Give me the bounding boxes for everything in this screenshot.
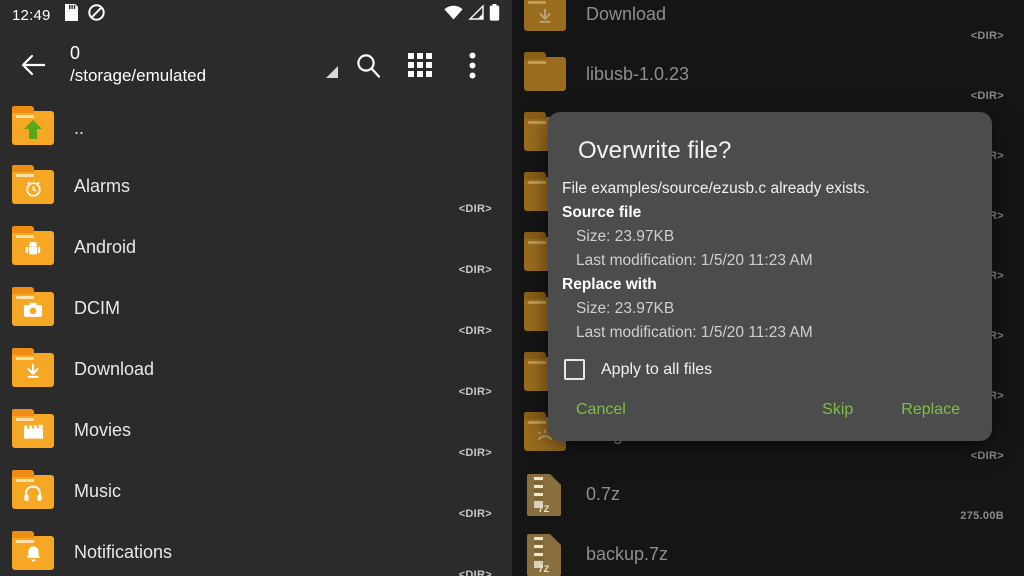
archive-7z-icon: 7Z [522,534,568,576]
battery-icon [489,4,500,26]
left-file-manager-panel: 12:49 0 /storage/emulated .. Alarms <DIR… [0,0,512,576]
file-row-name: Music [74,481,122,501]
dialog-body: File examples/source/ezusb.c already exi… [548,165,992,380]
file-row-meta: <DIR> [458,569,492,576]
file-row-meta: <DIR> [970,90,1004,102]
back-arrow-icon[interactable] [14,45,54,85]
skip-button[interactable]: Skip [812,393,863,427]
file-row-meta: <DIR> [458,508,492,520]
file-row[interactable]: Movies <DIR> [0,400,512,461]
file-row[interactable]: Android <DIR> [0,217,512,278]
file-row-meta: <DIR> [458,447,492,459]
folder-android-icon [10,225,56,268]
folder-icon [522,52,568,94]
file-row[interactable]: Alarms <DIR> [0,156,512,217]
file-row[interactable]: DCIM <DIR> [0,278,512,339]
file-row-name: backup.7z [586,543,669,564]
folder-alarms-icon [10,164,56,207]
source-file-modified: Last modification: 1/5/20 11:23 AM [576,252,813,269]
file-row-name: Notifications [74,542,173,562]
left-file-list[interactable]: .. Alarms <DIR> Android <DIR> DCIM <DIR> Downlo… [0,100,512,576]
source-file-heading: Source file [562,204,642,221]
file-row-name: Download [74,359,155,379]
folder-download-icon [522,0,568,34]
apply-to-all-checkbox[interactable] [564,359,585,380]
file-row-meta: 275.00B [960,510,1004,522]
overflow-menu-icon[interactable] [446,39,498,91]
folder-dcim-icon [10,286,56,329]
file-row-name: Android [74,237,137,257]
dialog-actions: Cancel Skip Replace [548,393,992,427]
file-row[interactable]: 7Z 0.7z 275.00B [512,464,1024,524]
file-row-name: DCIM [74,298,120,318]
grid-view-icon[interactable] [394,39,446,91]
status-right-icons [444,4,500,26]
do-not-disturb-icon [87,4,105,26]
file-row[interactable]: Download <DIR> [512,0,1024,44]
file-row-meta: <DIR> [970,450,1004,462]
dropdown-triangle-icon[interactable] [316,48,338,82]
status-left-icons [64,4,105,26]
status-clock: 12:49 [12,6,51,24]
file-row-meta: <DIR> [458,386,492,398]
apply-to-all-label: Apply to all files [601,360,713,378]
replace-with-heading: Replace with [562,276,657,293]
folder-download-icon [10,347,56,390]
folder-movies-icon [10,408,56,451]
apply-to-all-row[interactable]: Apply to all files [562,359,970,380]
file-row[interactable]: Music <DIR> [0,461,512,522]
file-row-meta: <DIR> [458,325,492,337]
path-subtitle: /storage/emulated [70,66,207,85]
search-icon[interactable] [342,39,394,91]
file-row-name: Alarms [74,176,131,196]
file-row-meta: <DIR> [970,30,1004,42]
folder-up-icon [10,106,56,148]
archive-7z-icon: 7Z [522,474,568,516]
source-file-size: Size: 23.97KB [576,228,675,245]
path-title: 0 [70,43,81,63]
folder-notifications-icon [10,530,56,573]
file-row[interactable]: Notifications <DIR> [0,522,512,576]
cell-signal-icon [468,4,484,25]
replace-file-size: Size: 23.97KB [576,300,675,317]
file-row[interactable]: Download <DIR> [0,339,512,400]
path-breadcrumb[interactable]: 0 /storage/emulated [70,43,316,87]
sd-card-icon [64,4,78,26]
file-row-name: .. [74,117,85,138]
wifi-icon [444,5,463,25]
right-file-manager-panel: Download<DIR>libusb-1.0.23<DIR><DIR><DIR… [512,0,1024,576]
file-row[interactable]: libusb-1.0.23 <DIR> [512,44,1024,104]
file-row-name: libusb-1.0.23 [586,63,690,84]
file-row[interactable]: .. [0,100,512,156]
dialog-message: File examples/source/ezusb.c already exi… [562,180,870,197]
phone-screenshot: 12:49 0 /storage/emulated .. Alarms <DIR… [0,0,1024,576]
folder-music-icon [10,469,56,512]
overwrite-file-dialog: Overwrite file? File examples/source/ezu… [548,112,992,441]
status-bar: 12:49 [0,0,512,30]
replace-file-modified: Last modification: 1/5/20 11:23 AM [576,324,813,341]
file-row-meta: <DIR> [458,203,492,215]
toolbar: 0 /storage/emulated [0,30,512,100]
file-row[interactable]: 7Z backup.7z [512,524,1024,576]
replace-button[interactable]: Replace [891,393,970,427]
file-row-name: Movies [74,420,132,440]
file-row-name: 0.7z [586,483,621,504]
dialog-title: Overwrite file? [578,137,732,164]
file-row-meta: <DIR> [458,264,492,276]
file-row-name: Download [586,3,667,24]
cancel-button[interactable]: Cancel [566,393,636,427]
